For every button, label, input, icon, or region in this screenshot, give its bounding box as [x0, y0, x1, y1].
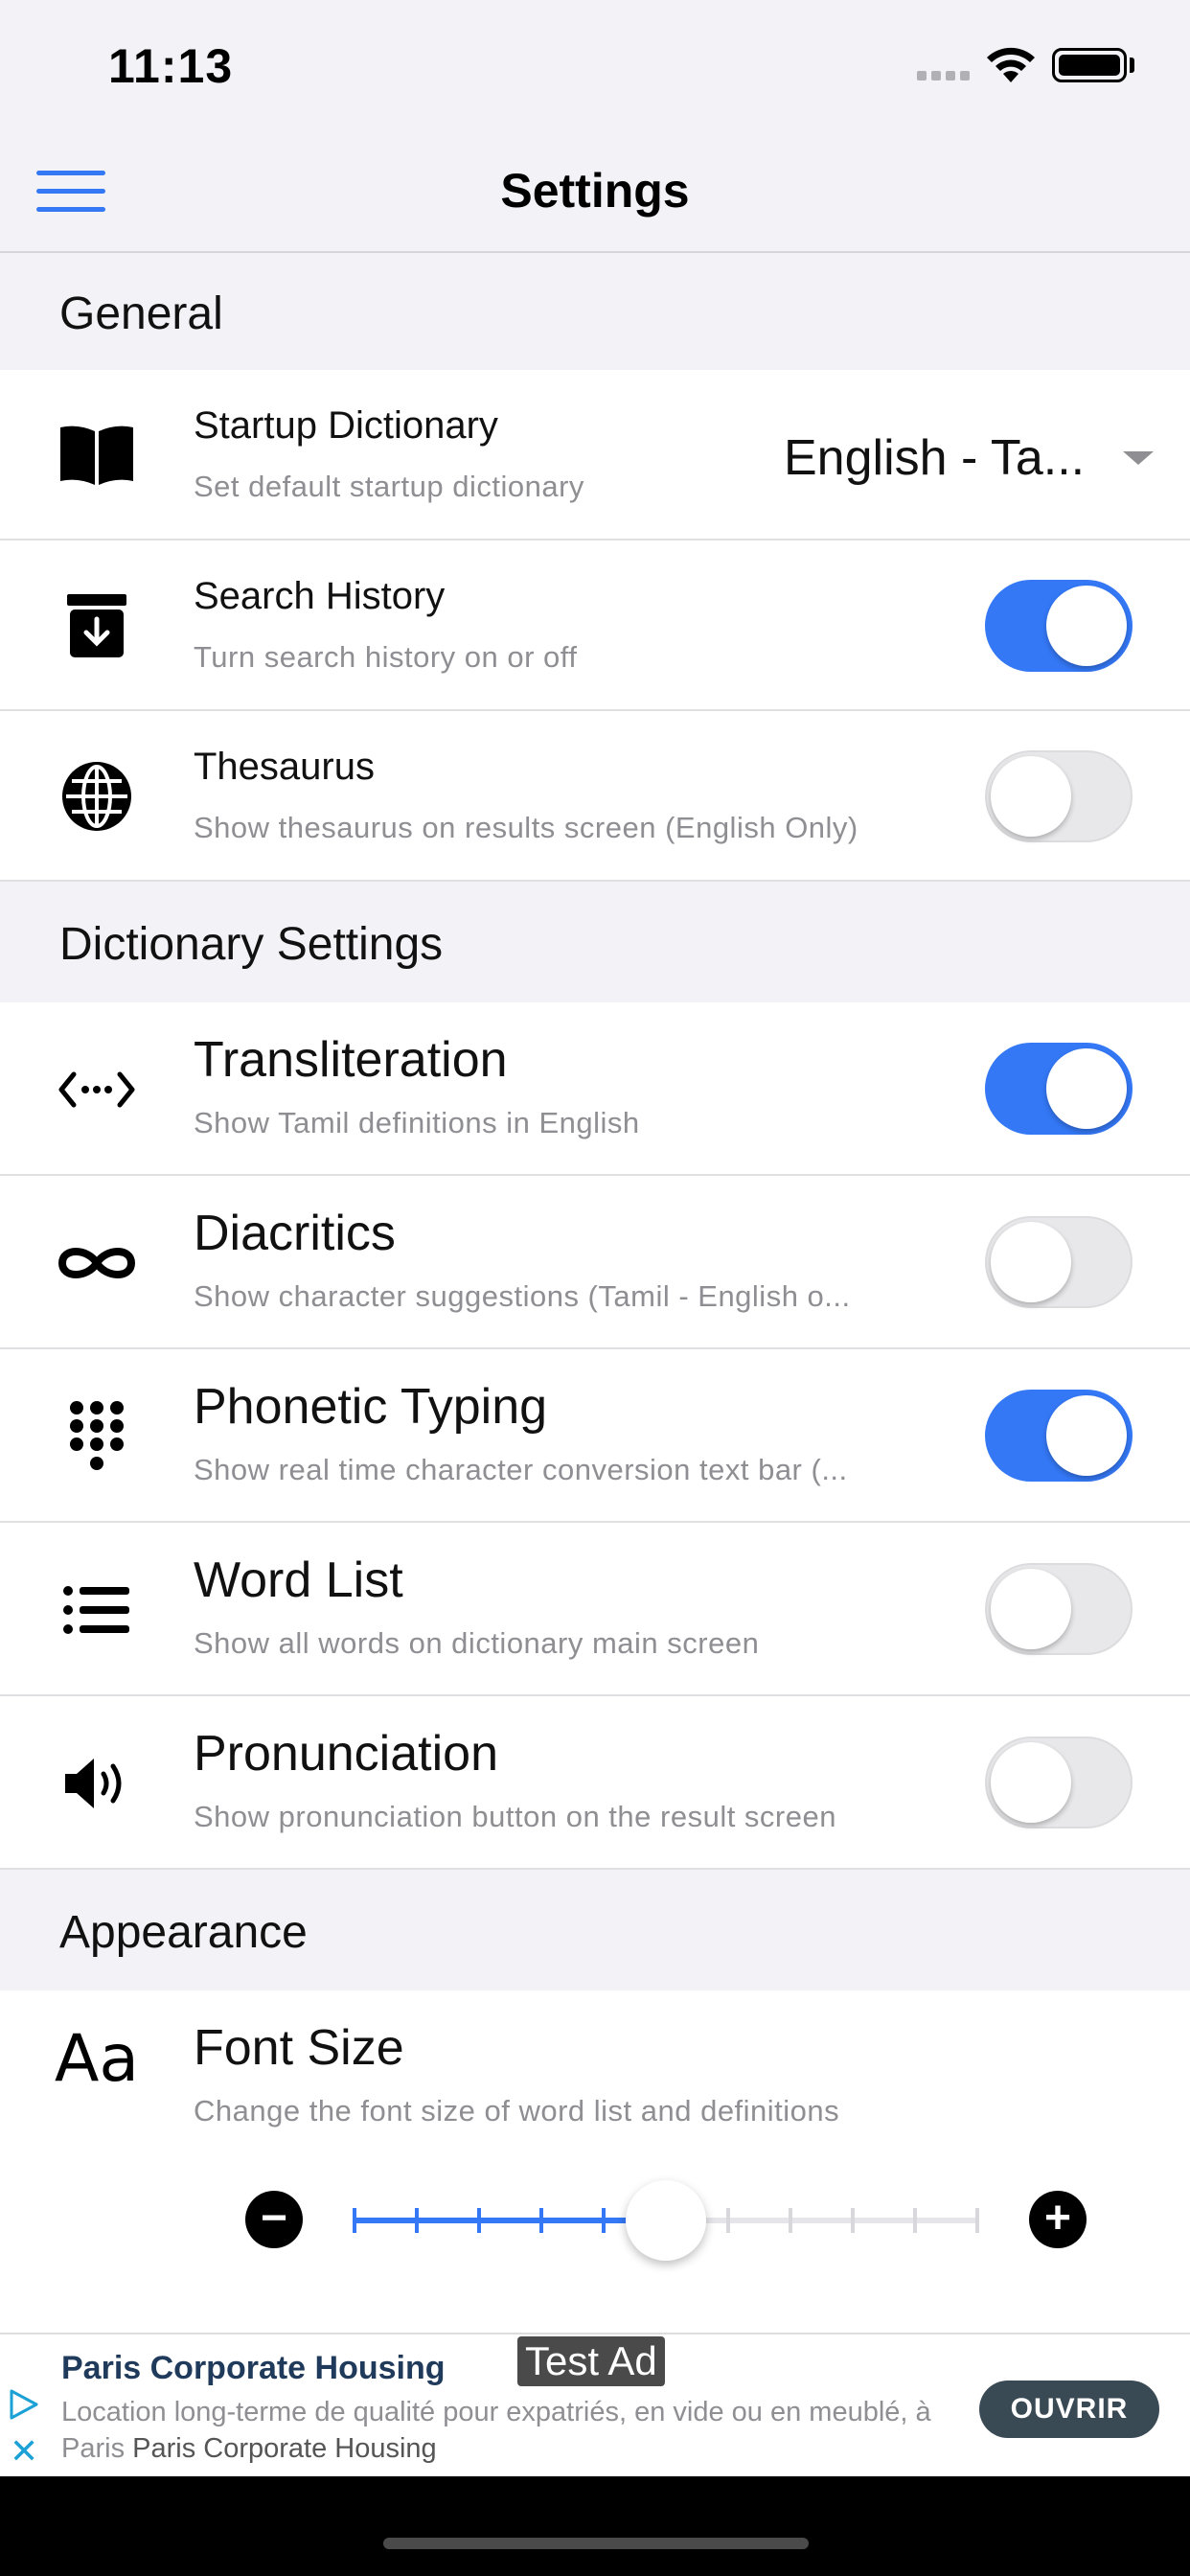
status-bar: 11:13 — [0, 0, 1190, 134]
decrease-font-button[interactable]: − — [245, 2191, 303, 2248]
thesaurus-toggle[interactable] — [985, 750, 1133, 842]
home-indicator-area — [0, 2476, 1190, 2576]
setting-startup-dictionary[interactable]: Startup Dictionary Set default startup d… — [0, 370, 1190, 540]
word-list-toggle[interactable] — [985, 1563, 1133, 1655]
ad-title[interactable]: Paris Corporate Housing — [61, 2350, 446, 2387]
setting-diacritics: Diacritics Show character suggestions (T… — [0, 1176, 1190, 1349]
font-size-slider-fill — [355, 2218, 666, 2223]
list-icon — [56, 1569, 138, 1651]
slider-tick — [789, 2208, 792, 2233]
ad-advertiser: Paris Corporate Housing — [132, 2433, 437, 2464]
setting-phonetic-typing: Phonetic Typing Show real time character… — [0, 1349, 1190, 1523]
ad-open-button[interactable]: OUVRIR — [979, 2380, 1159, 2438]
setting-title: Font Size — [194, 2020, 404, 2076]
setting-title: Startup Dictionary — [194, 404, 498, 447]
caret-down-icon — [1123, 451, 1155, 465]
keypad-icon — [56, 1395, 138, 1478]
diacritics-toggle[interactable] — [985, 1216, 1133, 1308]
speaker-icon — [56, 1742, 138, 1825]
slider-tick — [539, 2208, 543, 2233]
phonetic-typing-toggle[interactable] — [985, 1390, 1133, 1482]
archive-icon — [56, 585, 138, 667]
status-time: 11:13 — [108, 39, 234, 93]
page-title: Settings — [500, 164, 690, 218]
setting-subtitle: Show pronunciation button on the result … — [194, 1800, 836, 1833]
slider-tick — [602, 2208, 606, 2233]
home-indicator[interactable] — [383, 2538, 809, 2549]
setting-subtitle: Show thesaurus on results screen (Englis… — [194, 811, 858, 844]
setting-subtitle: Turn search history on or off — [194, 640, 578, 674]
section-title: General — [59, 288, 223, 339]
book-icon — [56, 414, 138, 496]
cellular-signal-icon — [917, 71, 970, 80]
setting-title: Pronunciation — [194, 1726, 498, 1782]
ad-banner[interactable]: ✕ Paris Corporate Housing Location long-… — [0, 2333, 1190, 2476]
increase-font-button[interactable]: + — [1029, 2191, 1087, 2248]
ad-choices-icon[interactable] — [8, 2388, 40, 2421]
close-icon[interactable]: ✕ — [10, 2434, 38, 2469]
setting-subtitle: Change the font size of word list and de… — [194, 2094, 840, 2128]
setting-title: Word List — [194, 1552, 403, 1608]
slider-tick — [851, 2208, 855, 2233]
setting-title: Thesaurus — [194, 746, 375, 788]
setting-pronunciation: Pronunciation Show pronunciation button … — [0, 1696, 1190, 1870]
setting-subtitle: Set default startup dictionary — [194, 470, 584, 503]
setting-subtitle: Show all words on dictionary main screen — [194, 1626, 760, 1660]
slider-tick — [415, 2208, 419, 2233]
setting-subtitle: Show Tamil definitions in English — [194, 1106, 640, 1139]
setting-title: Diacritics — [194, 1206, 396, 1261]
setting-thesaurus: Thesaurus Show thesaurus on results scre… — [0, 711, 1190, 882]
globe-icon — [56, 755, 138, 838]
slider-tick — [913, 2208, 917, 2233]
setting-title: Search History — [194, 575, 446, 617]
test-ad-label: Test Ad — [517, 2336, 665, 2386]
font-size-slider-row: − + — [0, 2131, 1190, 2333]
slider-tick — [975, 2208, 979, 2233]
section-header-general: General — [0, 255, 1190, 370]
startup-dictionary-dropdown[interactable]: English - Ta... — [784, 429, 1155, 487]
setting-search-history: Search History Turn search history on or… — [0, 540, 1190, 711]
slider-tick — [726, 2208, 730, 2233]
font-size-slider-thumb[interactable] — [626, 2180, 706, 2261]
slider-tick — [477, 2208, 481, 2233]
wifi-icon — [987, 47, 1035, 82]
code-arrows-icon — [56, 1048, 138, 1131]
infinity-icon — [56, 1222, 138, 1304]
transliteration-toggle[interactable] — [985, 1043, 1133, 1135]
search-history-toggle[interactable] — [985, 580, 1133, 672]
setting-subtitle: Show character suggestions (Tamil - Engl… — [194, 1279, 851, 1313]
section-header-dictionary: Dictionary Settings — [0, 882, 1190, 1002]
setting-title: Transliteration — [194, 1032, 508, 1088]
font-size-icon: Aa — [54, 2020, 140, 2097]
section-title: Appearance — [59, 1907, 308, 1958]
dropdown-value: English - Ta... — [784, 430, 1086, 486]
pronunciation-toggle[interactable] — [985, 1736, 1133, 1828]
setting-subtitle: Show real time character conversion text… — [194, 1453, 848, 1486]
section-header-appearance: Appearance — [0, 1870, 1190, 1990]
ad-body: Location long-terme de qualité pour expa… — [61, 2394, 981, 2467]
setting-word-list: Word List Show all words on dictionary m… — [0, 1523, 1190, 1696]
battery-icon — [1052, 48, 1127, 82]
section-title: Dictionary Settings — [59, 919, 444, 970]
navigation-bar: Settings — [0, 134, 1190, 253]
slider-tick — [353, 2208, 356, 2233]
setting-font-size: Aa Font Size Change the font size of wor… — [0, 1990, 1190, 2131]
setting-transliteration: Transliteration Show Tamil definitions i… — [0, 1002, 1190, 1176]
setting-title: Phonetic Typing — [194, 1379, 548, 1435]
